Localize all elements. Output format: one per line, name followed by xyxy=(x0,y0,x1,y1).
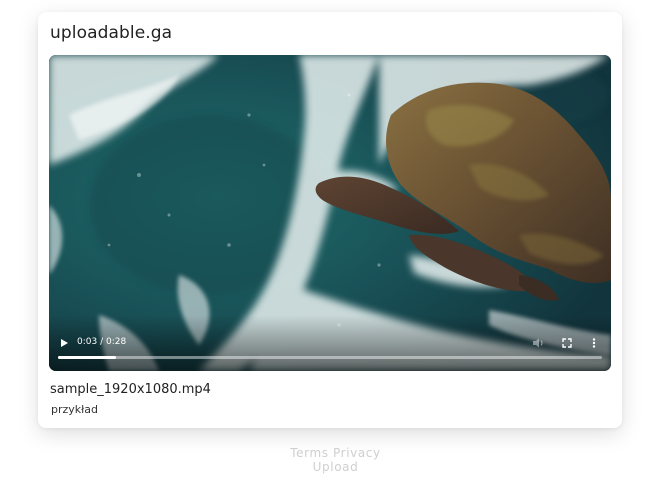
more-options-button[interactable] xyxy=(587,335,601,349)
play-button[interactable] xyxy=(57,335,71,349)
progress-bar[interactable] xyxy=(58,356,602,359)
upload-link[interactable]: Upload xyxy=(313,460,359,474)
site-title-link[interactable]: uploadable.ga xyxy=(50,23,172,43)
play-icon xyxy=(61,339,68,347)
progress-fill xyxy=(58,356,117,359)
upload-card: uploadable.ga 0:03 / 0:28 sample_1920x10… xyxy=(38,12,622,428)
time-display: 0:03 / 0:28 xyxy=(77,337,127,347)
privacy-link[interactable]: Privacy xyxy=(333,446,381,460)
more-vertical-icon xyxy=(592,338,596,348)
page: uploadable.ga 0:03 / 0:28 sample_1920x10… xyxy=(0,0,671,500)
video-player[interactable]: 0:03 / 0:28 xyxy=(49,55,611,371)
fullscreen-button[interactable] xyxy=(560,335,574,349)
footer-row-1: Terms Privacy xyxy=(0,446,671,460)
terms-link[interactable]: Terms xyxy=(290,446,328,460)
fullscreen-icon xyxy=(562,338,572,348)
volume-icon xyxy=(533,338,543,348)
controls-overlay xyxy=(49,315,611,371)
footer-row-2: Upload xyxy=(0,460,671,474)
file-description: przykład xyxy=(51,403,99,416)
footer: Terms Privacy Upload xyxy=(0,446,671,474)
volume-button[interactable] xyxy=(531,335,545,349)
file-name: sample_1920x1080.mp4 xyxy=(50,382,211,397)
